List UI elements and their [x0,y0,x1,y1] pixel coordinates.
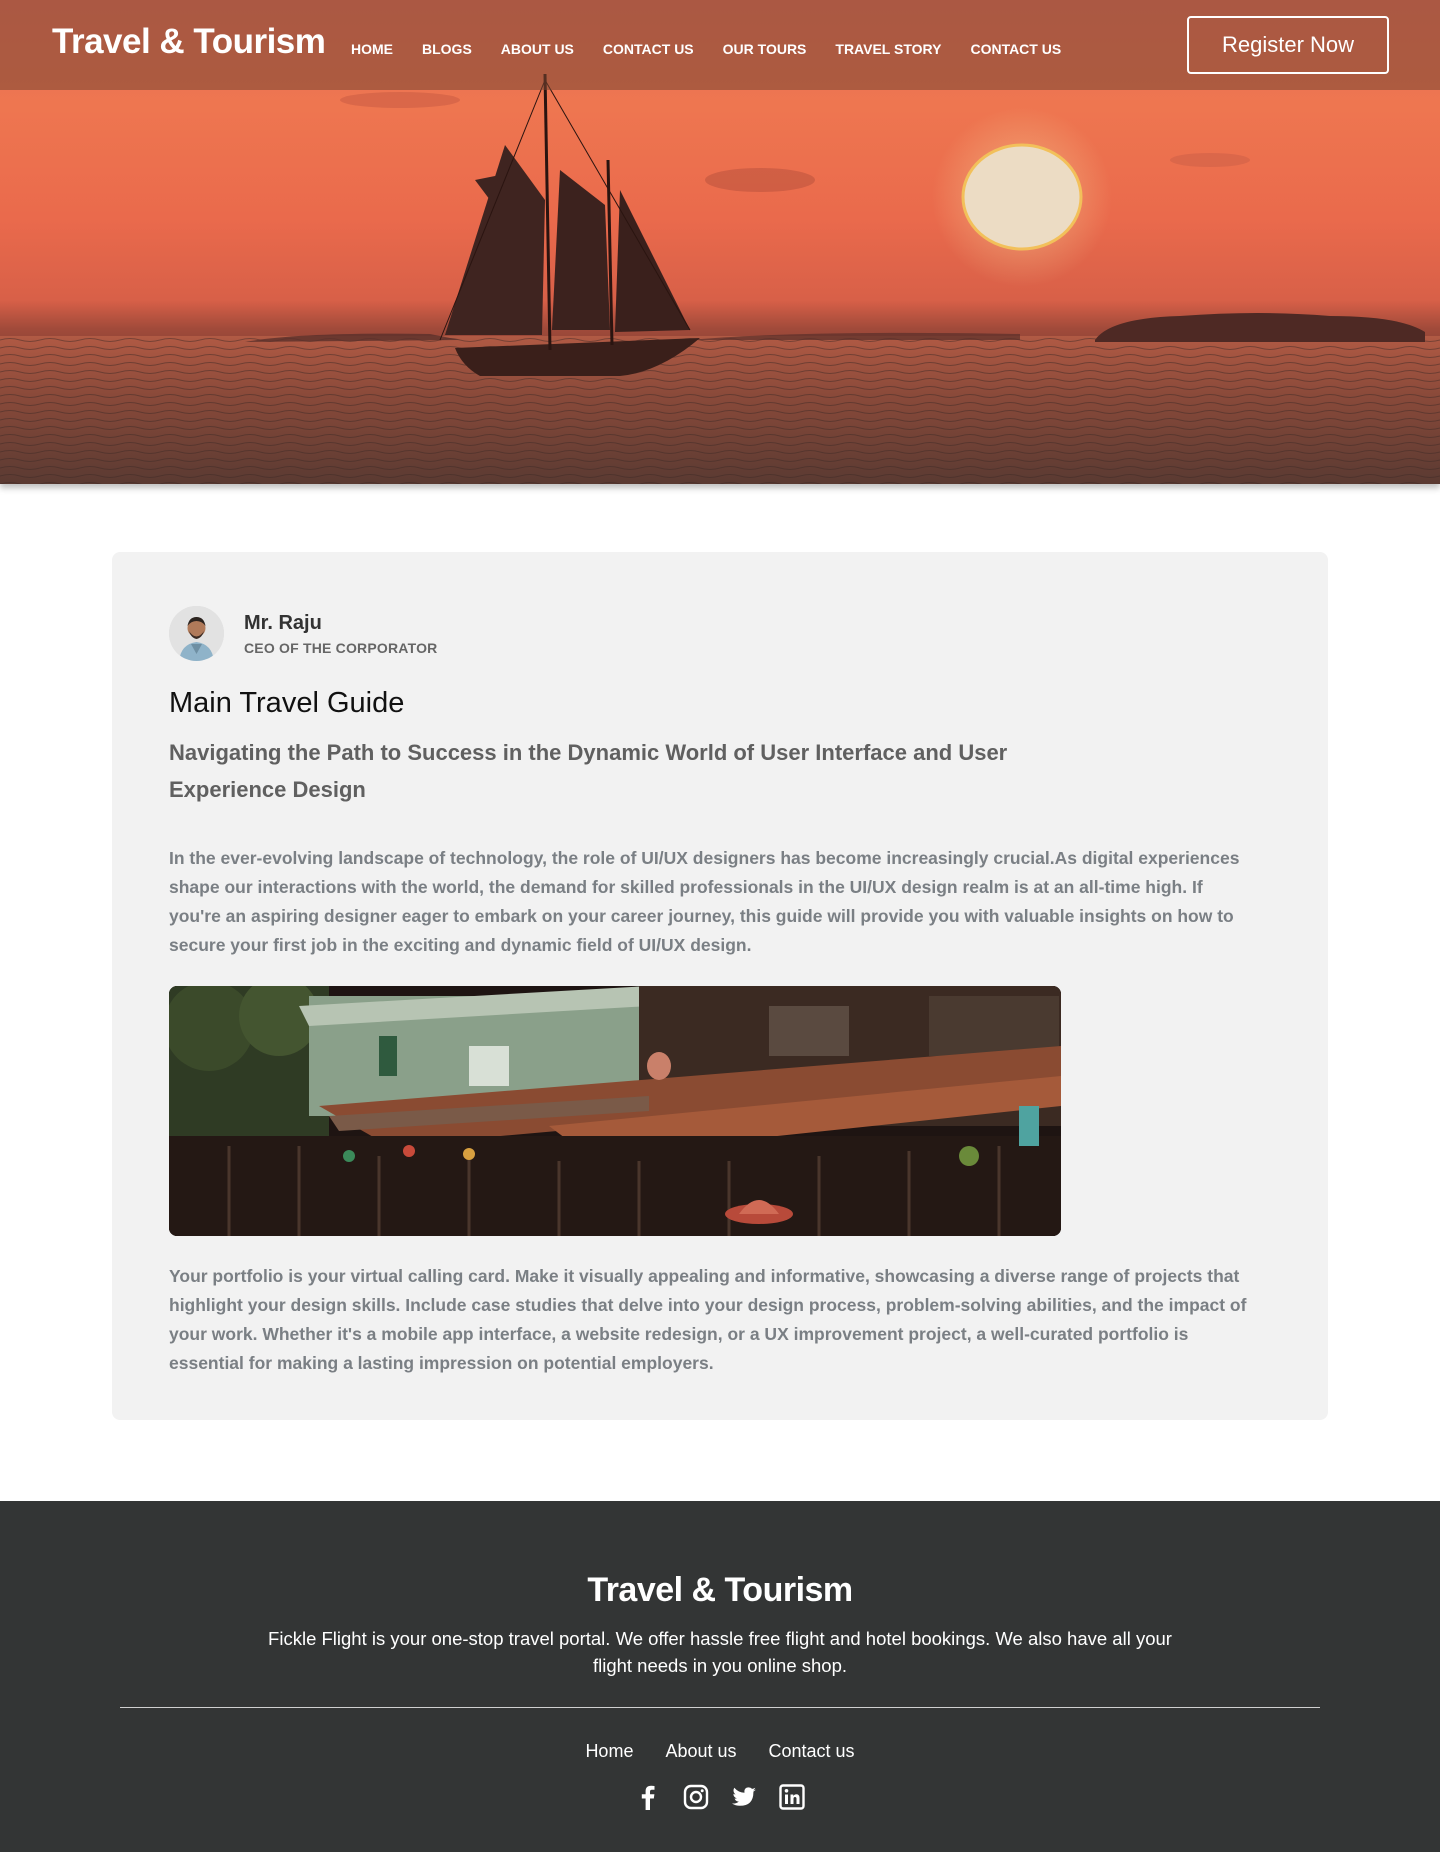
person-icon [169,606,224,661]
footer-link-contact-us[interactable]: Contact us [769,1741,855,1762]
article-title: Main Travel Guide [169,687,405,719]
author-role: CEO OF THE CORPORATOR [244,639,438,656]
author-block: Mr. Raju CEO OF THE CORPORATOR [169,606,1271,661]
instagram-icon[interactable] [683,1784,709,1810]
author-info: Mr. Raju CEO OF THE CORPORATOR [244,612,437,656]
article-image [169,986,1061,1236]
nav-travel-story[interactable]: TRAVEL STORY [835,41,941,57]
footer-logo[interactable]: Travel & Tourism [0,1571,1440,1610]
article-card: Mr. Raju CEO OF THE CORPORATOR Main Trav… [112,552,1328,1420]
footer-description: Fickle Flight is your one-stop travel po… [268,1628,1172,1676]
author-name: Mr. Raju [244,611,322,634]
top-navbar: Travel & Tourism HOME BLOGS ABOUT US CON… [0,0,1440,90]
stilt-houses-image [169,986,1061,1236]
avatar [169,606,224,661]
article-subtitle: Navigating the Path to Success in the Dy… [169,740,1008,802]
site-logo[interactable]: Travel & Tourism [52,22,326,62]
nav-home[interactable]: HOME [351,41,393,57]
footer: Travel & Tourism Fickle Flight is your o… [0,1501,1440,1852]
article-paragraph-2: Your portfolio is your virtual calling c… [169,1266,1247,1373]
social-links [0,1784,1440,1810]
facebook-icon[interactable] [635,1784,661,1810]
nav-our-tours[interactable]: OUR TOURS [723,41,807,57]
footer-link-home[interactable]: Home [585,1741,633,1762]
footer-divider [120,1707,1320,1708]
nav-links: HOME BLOGS ABOUT US CONTACT US OUR TOURS… [351,41,1090,57]
article-paragraph-1: In the ever-evolving landscape of techno… [169,848,1240,955]
nav-about-us[interactable]: ABOUT US [501,41,574,57]
linkedin-icon[interactable] [779,1784,805,1810]
register-now-button[interactable]: Register Now [1187,16,1389,74]
footer-link-about-us[interactable]: About us [665,1741,736,1762]
nav-contact-us-2[interactable]: CONTACT US [970,41,1061,57]
nav-blogs[interactable]: BLOGS [422,41,472,57]
hero-banner: Travel & Tourism HOME BLOGS ABOUT US CON… [0,0,1440,484]
twitter-icon[interactable] [731,1784,757,1810]
nav-contact-us[interactable]: CONTACT US [603,41,694,57]
footer-links: Home About us Contact us [0,1741,1440,1762]
